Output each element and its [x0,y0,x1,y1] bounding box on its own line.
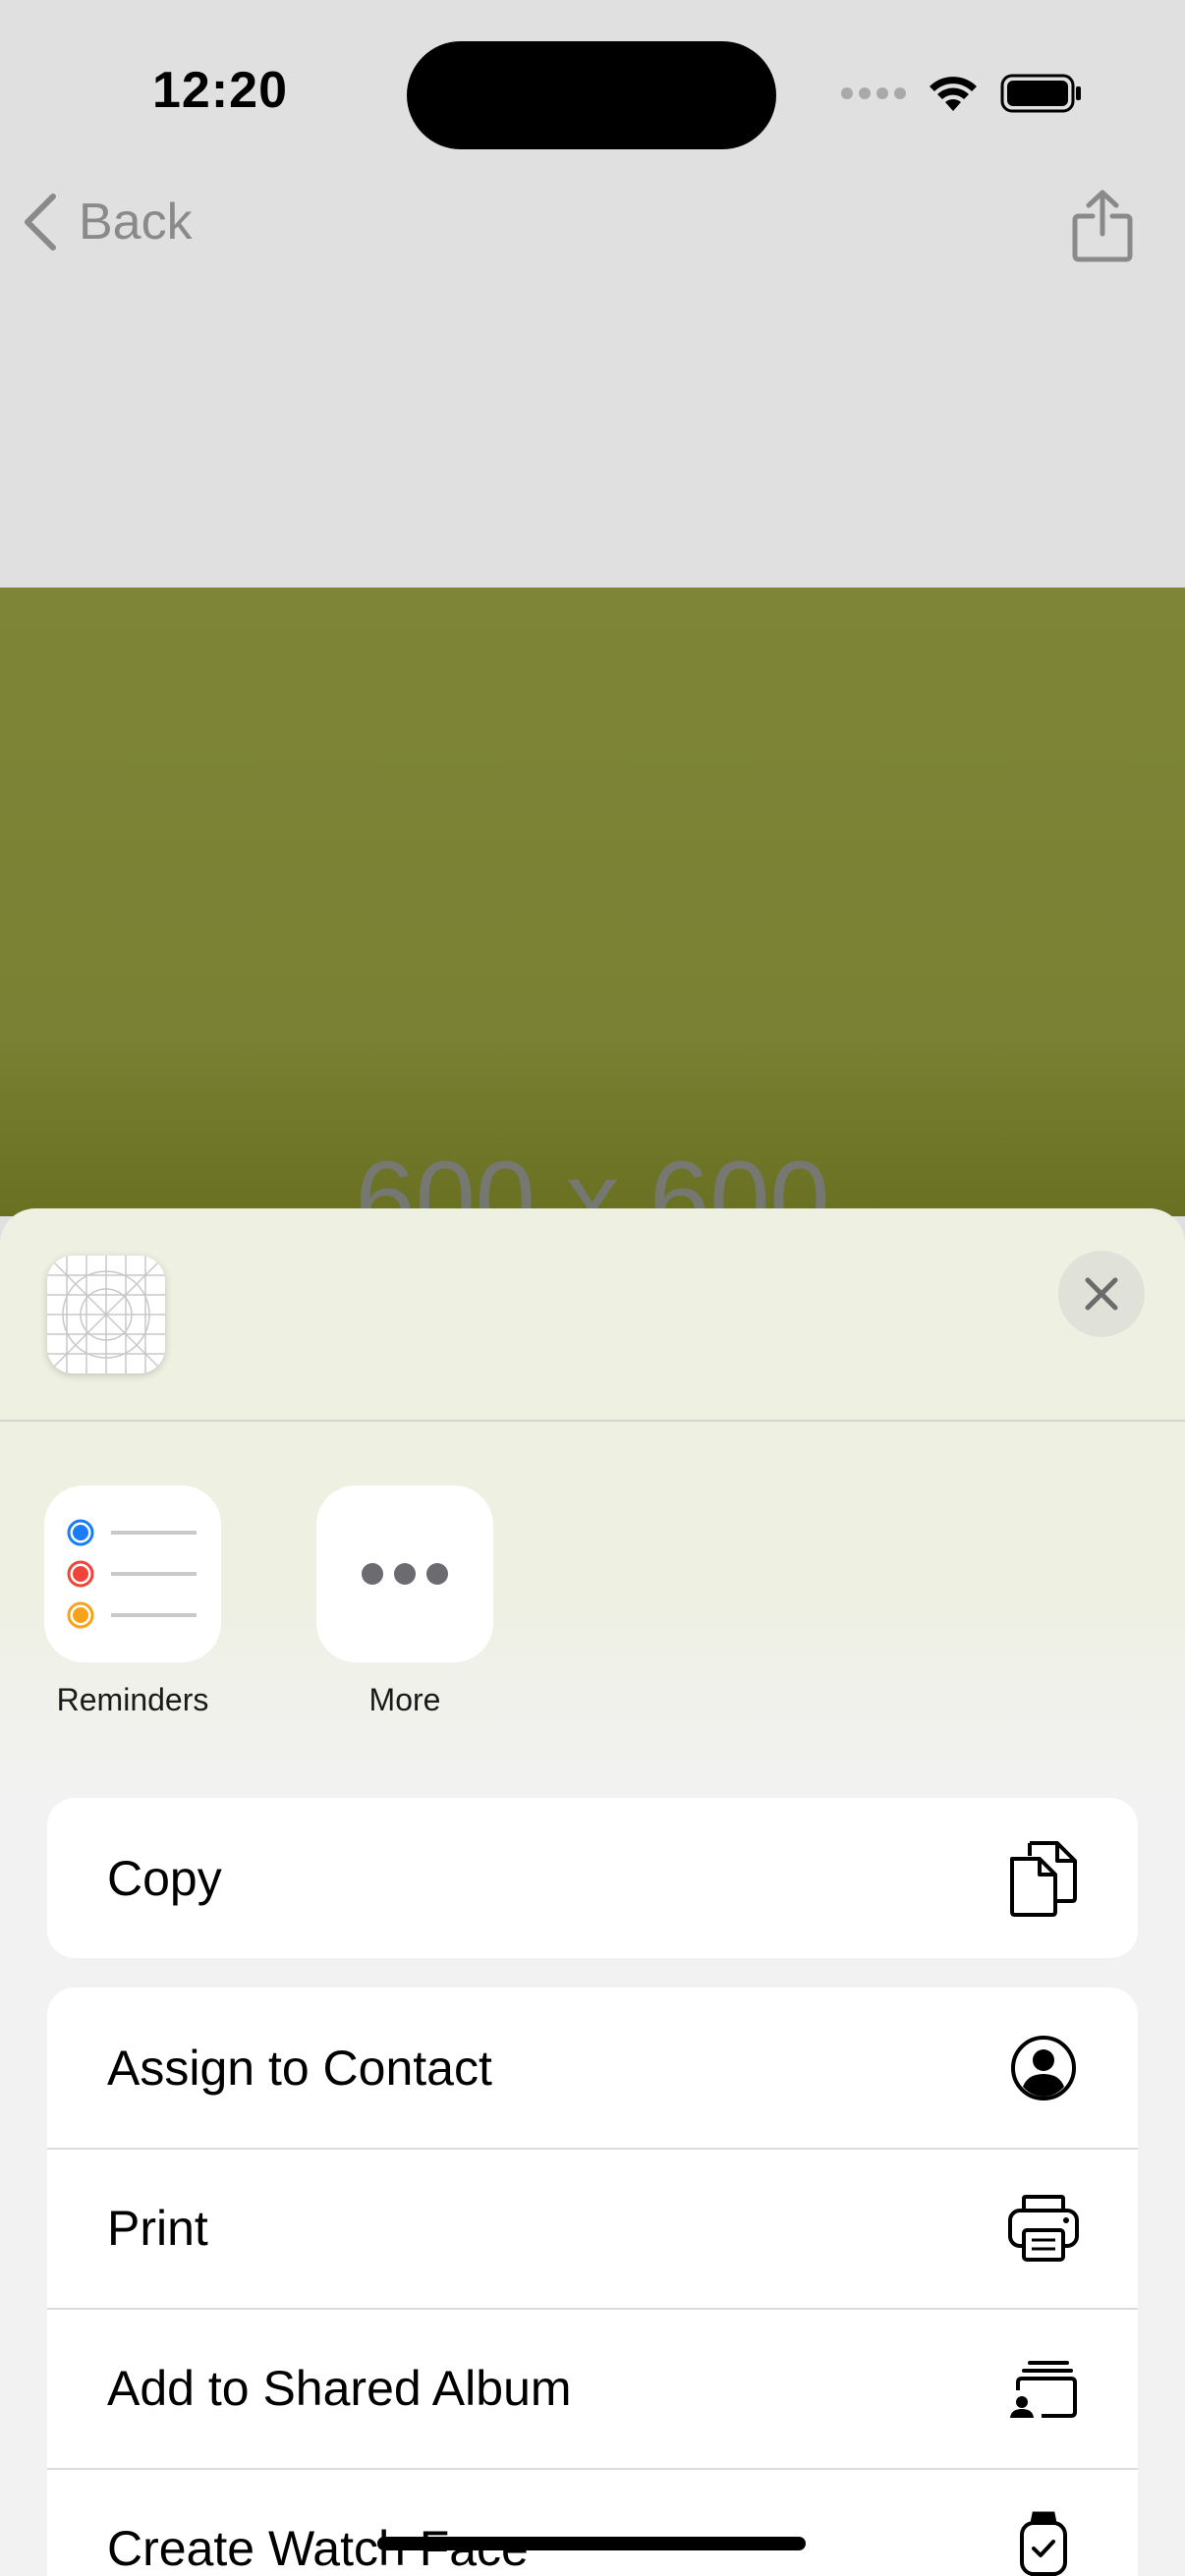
copy-icon [1004,1839,1083,1918]
dynamic-island [407,41,776,149]
app-label-more: More [368,1682,441,1717]
watch-icon [1004,2509,1083,2576]
close-icon [1085,1277,1118,1311]
action-group-primary: Copy [47,1798,1138,1958]
close-button[interactable] [1058,1251,1145,1337]
app-label-reminders: Reminders [56,1682,209,1717]
action-copy[interactable]: Copy [47,1798,1138,1958]
item-thumbnail [47,1256,165,1373]
image-dimensions-text: 600 x 600 [355,1140,830,1216]
image-preview: 600 x 600 [0,588,1185,1216]
home-indicator[interactable] [377,2537,806,2550]
action-create-watch-face[interactable]: Create Watch Face [47,2468,1138,2576]
action-print[interactable]: Print [47,2148,1138,2308]
sheet-divider [0,1420,1185,1422]
more-icon [316,1485,493,1662]
app-more[interactable]: More [316,1485,493,1718]
status-indicators [841,73,1083,114]
screen: 12:20 Back 600 x 600 Reminders More Copy… [0,0,1185,2576]
back-button[interactable]: Back [22,193,193,252]
status-time: 12:20 [152,62,288,119]
share-icon [1072,190,1133,262]
action-label: Copy [107,1850,222,1906]
share-sheet: Reminders More Copy Assign to Contact Pr… [0,1208,1185,2576]
share-button[interactable] [1071,189,1134,268]
shared-album-icon [1004,2349,1083,2428]
action-label: Assign to Contact [107,2040,492,2096]
app-reminders[interactable]: Reminders [44,1485,221,1718]
reminders-app-icon [44,1485,221,1662]
placeholder-image-icon [47,1256,165,1373]
printer-icon [1004,2189,1083,2268]
battery-icon [1000,74,1081,113]
action-label: Print [107,2200,208,2256]
cellular-signal-icon [841,87,906,99]
action-add-to-shared-album[interactable]: Add to Shared Album [47,2308,1138,2468]
action-group-secondary: Assign to Contact Print Add to Shared Al… [47,1988,1138,2576]
chevron-left-icon [25,194,56,251]
action-label: Add to Shared Album [107,2360,572,2416]
back-label: Back [79,194,193,251]
action-assign-to-contact[interactable]: Assign to Contact [47,1988,1138,2148]
wifi-icon [930,77,977,111]
contact-icon [1004,2029,1083,2107]
